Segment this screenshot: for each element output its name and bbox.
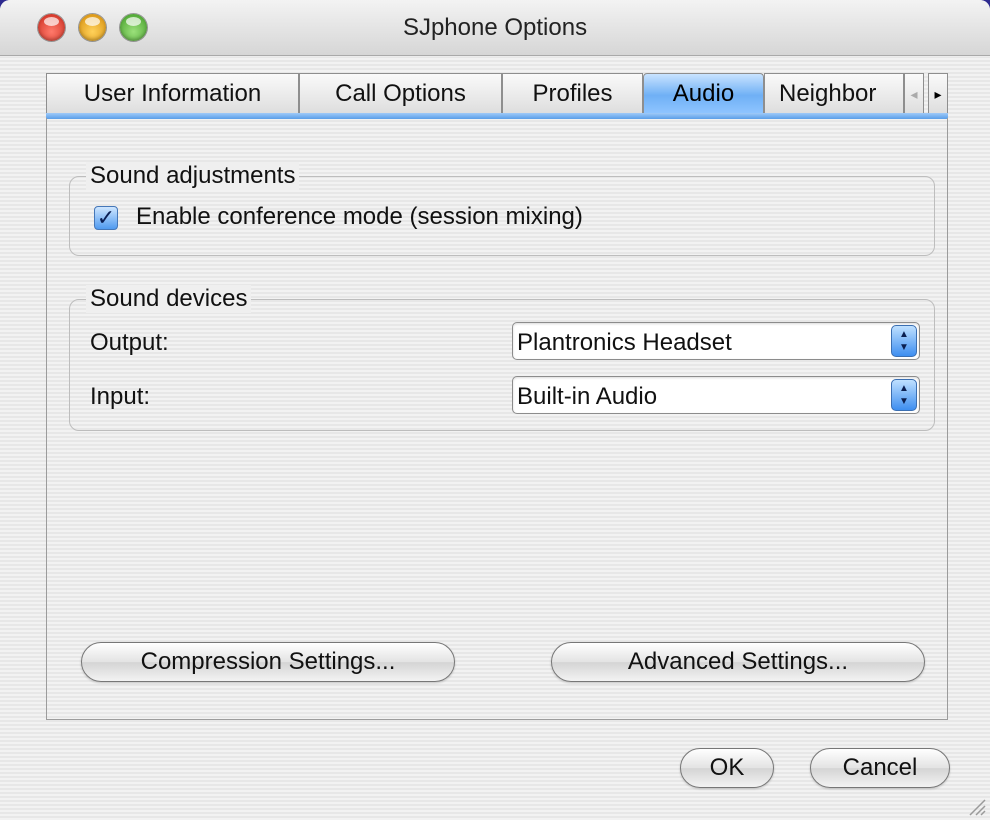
input-device-value: Built-in Audio bbox=[517, 383, 658, 410]
title-bar[interactable]: SJphone Options bbox=[0, 0, 990, 56]
tab-neighbor[interactable]: Neighbor bbox=[764, 73, 904, 113]
audio-panel: Sound adjustments ✓ Enable conference mo… bbox=[46, 118, 948, 720]
window-title: SJphone Options bbox=[402, 14, 588, 41]
select-arrows-icon: ▲ ▼ bbox=[891, 325, 917, 357]
tab-label: Profiles bbox=[532, 80, 613, 107]
ok-button[interactable]: OK bbox=[680, 748, 774, 788]
tab-label: User Information bbox=[83, 80, 262, 107]
sound-adjustments-group: Sound adjustments ✓ Enable conference mo… bbox=[69, 162, 935, 256]
tab-bar: User Information Call Options Profiles A… bbox=[46, 73, 950, 115]
compression-settings-button[interactable]: Compression Settings... bbox=[81, 642, 455, 682]
tab-label: Audio bbox=[672, 80, 735, 107]
options-window: SJphone Options User Information Call Op… bbox=[0, 0, 990, 820]
cancel-button[interactable]: Cancel bbox=[810, 748, 950, 788]
tab-user-information[interactable]: User Information bbox=[46, 73, 299, 113]
tab-audio[interactable]: Audio bbox=[643, 73, 764, 113]
tab-profiles[interactable]: Profiles bbox=[502, 73, 643, 113]
output-device-select[interactable]: Plantronics Headset ▲ ▼ bbox=[512, 322, 920, 360]
conference-mode-checkbox[interactable]: ✓ bbox=[94, 206, 118, 230]
tab-label: Call Options bbox=[335, 80, 466, 107]
tab-scroll-left-icon[interactable]: ◂ bbox=[904, 73, 924, 113]
group-title: Sound devices bbox=[86, 285, 252, 313]
group-title: Sound adjustments bbox=[86, 162, 300, 190]
advanced-settings-button[interactable]: Advanced Settings... bbox=[551, 642, 925, 682]
resize-grip-icon[interactable] bbox=[966, 796, 986, 816]
tab-call-options[interactable]: Call Options bbox=[299, 73, 502, 113]
tab-label: Neighbor bbox=[779, 80, 877, 107]
output-label: Output: bbox=[90, 329, 169, 356]
output-device-value: Plantronics Headset bbox=[517, 329, 732, 356]
input-label: Input: bbox=[90, 383, 151, 410]
sound-devices-group: Sound devices Output: Plantronics Headse… bbox=[69, 285, 935, 431]
select-arrows-icon: ▲ ▼ bbox=[891, 379, 917, 411]
conference-mode-label[interactable]: Enable conference mode (session mixing) bbox=[136, 203, 583, 231]
tab-scroll-right-icon[interactable]: ▸ bbox=[928, 73, 948, 113]
input-device-select[interactable]: Built-in Audio ▲ ▼ bbox=[512, 376, 920, 414]
